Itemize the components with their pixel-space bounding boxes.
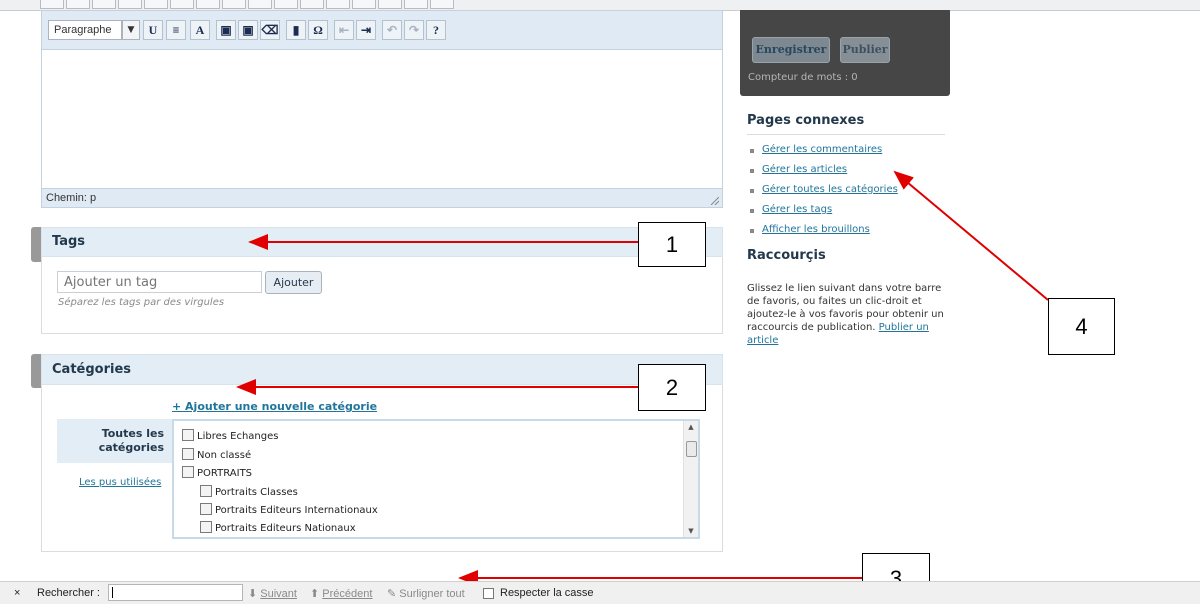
annotation-box-4: 4: [1048, 298, 1115, 355]
annotation-arrows: [236, 170, 1049, 586]
find-bar: × Rechercher : ⬇ Suivant ⬆ Précédent ✎ S…: [0, 581, 1200, 604]
find-label: Rechercher :: [37, 587, 100, 599]
arrow-up-icon: ⬆: [310, 588, 320, 600]
text-caret: [112, 587, 113, 598]
match-case-checkbox[interactable]: [483, 588, 494, 599]
match-case-label[interactable]: Respecter la casse: [500, 587, 594, 599]
find-input[interactable]: [108, 584, 243, 601]
find-next-button[interactable]: ⬇ Suivant: [248, 587, 297, 600]
highlighter-icon: ✎: [387, 588, 397, 600]
close-find-icon[interactable]: ×: [14, 587, 20, 599]
annotation-box-1: 1: [638, 222, 706, 267]
highlight-all-button[interactable]: ✎ Surligner tout: [387, 587, 465, 600]
find-next-label: Suivant: [260, 588, 297, 600]
highlight-all-label: Surligner tout: [399, 588, 465, 600]
find-previous-button[interactable]: ⬆ Précédent: [310, 587, 372, 600]
arrow-down-icon: ⬇: [248, 588, 258, 600]
arrow-4: [893, 170, 1049, 301]
find-previous-label: Précédent: [322, 588, 373, 600]
annotation-box-2: 2: [638, 364, 706, 411]
